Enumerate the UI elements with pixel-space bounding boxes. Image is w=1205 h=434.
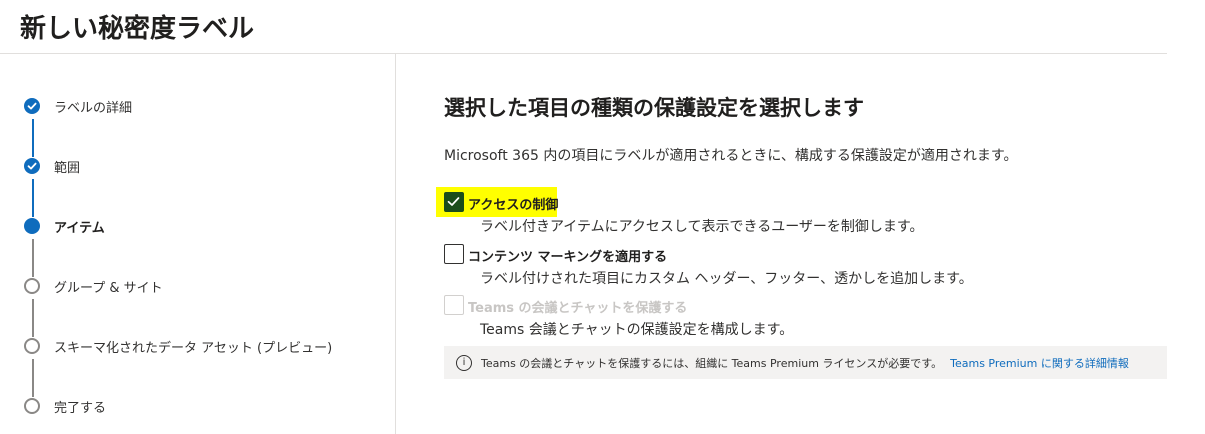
step-label: 範囲 [54,161,81,176]
step-scope[interactable]: 範囲 [24,155,80,177]
step-label: グループ & サイト [54,281,163,296]
option-title: コンテンツ マーキングを適用する [468,250,668,265]
teams-protection-checkbox [444,295,464,315]
step-schematized-data-assets[interactable]: スキーマ化されたデータ アセット (プレビュー) [24,335,332,357]
checkmark-icon [24,158,40,174]
step-groups-sites[interactable]: グループ & サイト [24,275,163,297]
step-label: アイテム [54,221,105,236]
vertical-divider [395,54,396,434]
checkmark-icon [24,98,40,114]
current-step-dot-icon [24,218,40,234]
wizard-stepper: ラベルの詳細 範囲 アイテム グループ & サイト スキーマ化されたデータ アセ… [0,54,395,434]
step-label: スキーマ化されたデータ アセット (プレビュー) [54,341,333,356]
step-connector [32,299,34,337]
empty-circle-icon [24,278,40,294]
step-connector [32,119,34,157]
step-connector [32,179,34,217]
section-description: Microsoft 365 内の項目にラベルが適用されるときに、構成する保護設定… [444,148,1018,164]
info-message-bar: i Teams の会議とチャットを保護するには、組織に Teams Premiu… [444,346,1167,379]
teams-premium-learn-more-link[interactable]: Teams Premium に関する詳細情報 [950,355,1129,371]
page: 新しい秘密度ラベル ラベルの詳細 範囲 アイテム グループ & サイト スキーマ… [0,0,1205,434]
step-connector [32,239,34,277]
step-label: 完了する [54,401,107,416]
empty-circle-icon [24,398,40,414]
step-finish[interactable]: 完了する [24,395,106,417]
info-icon: i [456,354,472,371]
option-title: アクセスの制御 [468,198,559,213]
empty-circle-icon [24,338,40,354]
step-label: ラベルの詳細 [54,101,133,116]
option-description: ラベル付けされた項目にカスタム ヘッダー、フッター、透かしを追加します。 [480,271,973,287]
option-description: ラベル付きアイテムにアクセスして表示できるユーザーを制御します。 [480,219,924,235]
option-description: Teams 会議とチャットの保護設定を構成します。 [480,322,794,338]
option-title: Teams の会議とチャットを保護する [468,301,688,316]
section-heading: 選択した項目の種類の保護設定を選択します [444,96,864,120]
info-text: Teams の会議とチャットを保護するには、組織に Teams Premium … [481,356,943,370]
step-items[interactable]: アイテム [24,215,105,237]
step-label-details[interactable]: ラベルの詳細 [24,95,132,117]
step-connector [32,359,34,397]
content-marking-checkbox[interactable] [444,244,464,264]
access-control-checkbox[interactable] [444,192,464,212]
page-title: 新しい秘密度ラベル [20,14,255,44]
